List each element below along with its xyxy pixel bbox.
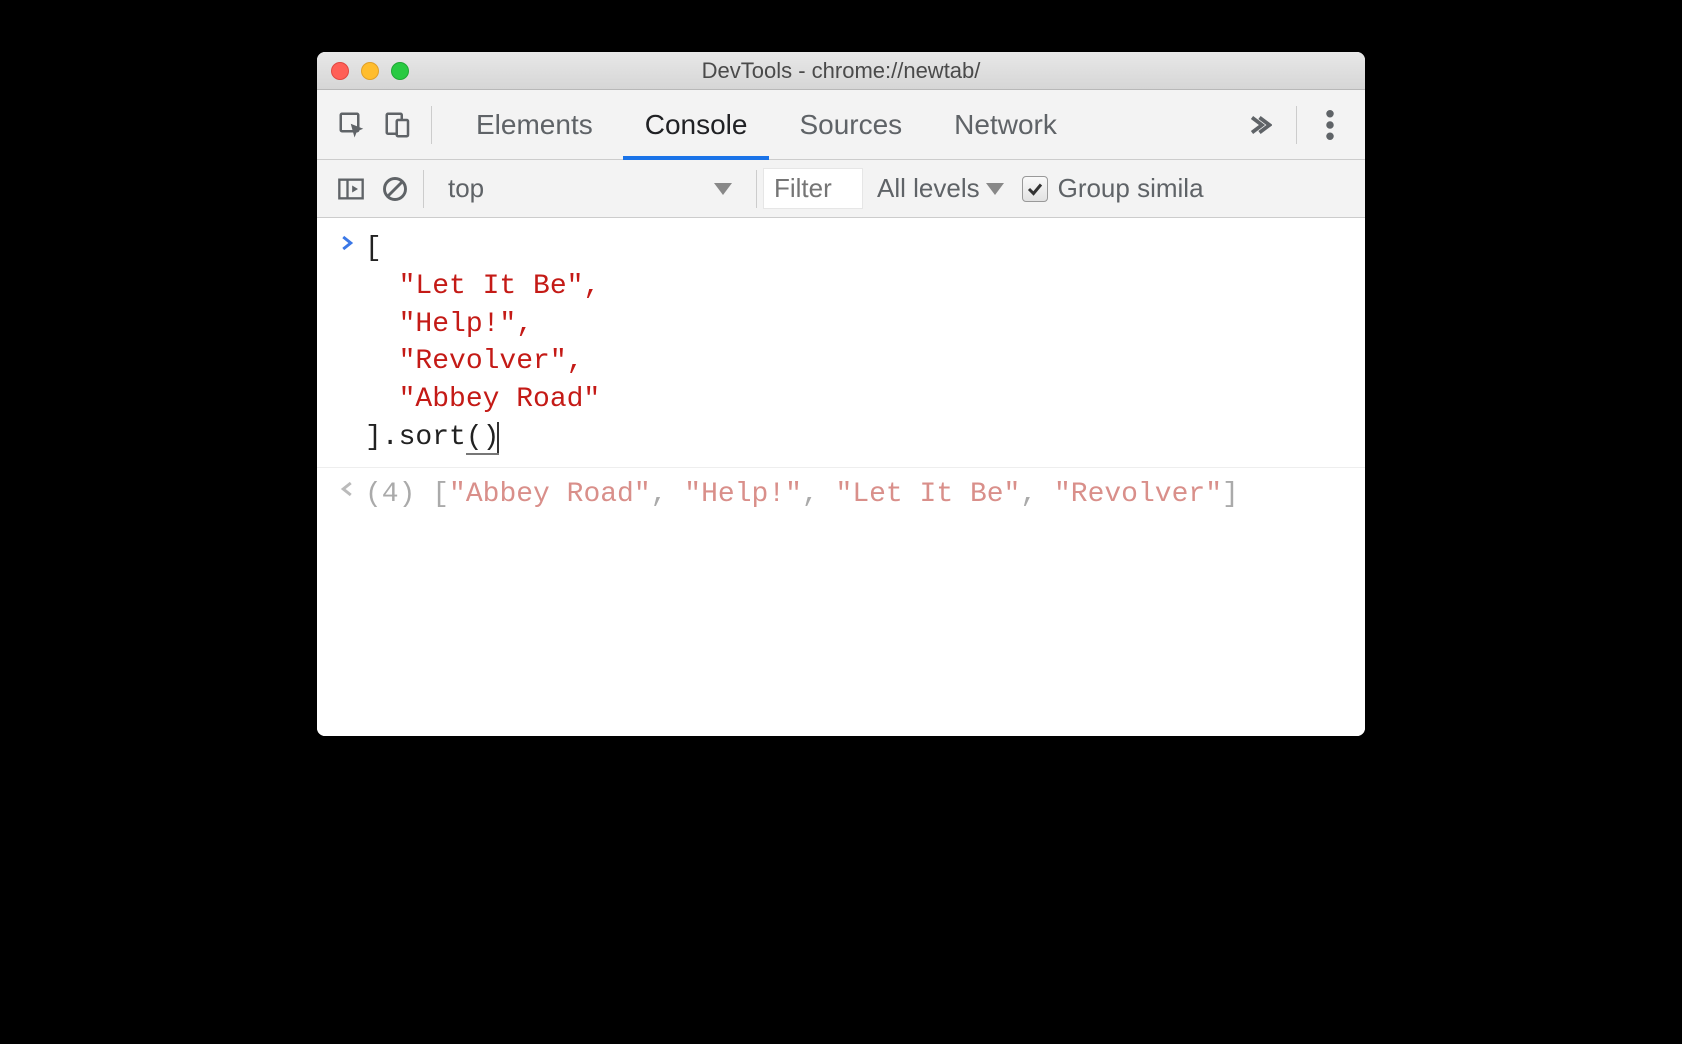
tab-sources[interactable]: Sources (773, 90, 928, 159)
window-title: DevTools - chrome://newtab/ (317, 58, 1365, 84)
close-window-button[interactable] (331, 62, 349, 80)
log-levels-selector[interactable]: All levels (877, 173, 1004, 204)
group-similar-label: Group simila (1058, 173, 1204, 204)
divider (1296, 106, 1297, 144)
panel-tabs: Elements Console Sources Network (450, 90, 1228, 159)
tab-elements[interactable]: Elements (450, 90, 619, 159)
tab-network[interactable]: Network (928, 90, 1083, 159)
console-input-code[interactable]: [ "Let It Be", "Help!", "Revolver", "Abb… (365, 230, 600, 457)
devtools-tabbar: Elements Console Sources Network (317, 90, 1365, 160)
console-toolbar: top All levels Group simila (317, 160, 1365, 218)
console-input-row[interactable]: [ "Let It Be", "Help!", "Revolver", "Abb… (317, 228, 1365, 459)
devtools-window: DevTools - chrome://newtab/ Elements Con… (317, 52, 1365, 736)
titlebar: DevTools - chrome://newtab/ (317, 52, 1365, 90)
divider (431, 106, 432, 144)
divider (423, 170, 424, 208)
inspect-element-icon[interactable] (329, 102, 375, 148)
chevron-down-icon (986, 183, 1004, 195)
levels-label: All levels (877, 173, 980, 204)
clear-console-icon[interactable] (373, 167, 417, 211)
divider (756, 170, 757, 208)
group-similar-checkbox[interactable] (1022, 176, 1048, 202)
zoom-window-button[interactable] (391, 62, 409, 80)
more-options-icon[interactable] (1307, 110, 1353, 140)
chevron-down-icon (714, 183, 732, 195)
context-selector[interactable]: top (430, 173, 750, 204)
console-output-row: (4) ["Abbey Road", "Help!", "Let It Be",… (317, 467, 1365, 516)
console-output-code: (4) ["Abbey Road", "Help!", "Let It Be",… (365, 476, 1239, 514)
console-body[interactable]: [ "Let It Be", "Help!", "Revolver", "Abb… (317, 218, 1365, 736)
context-value: top (448, 173, 484, 204)
output-indicator-icon (329, 476, 365, 514)
input-prompt-icon (329, 230, 365, 457)
more-tabs-button[interactable] (1228, 110, 1286, 140)
text-cursor (497, 422, 499, 453)
tab-console[interactable]: Console (619, 90, 774, 159)
minimize-window-button[interactable] (361, 62, 379, 80)
show-console-sidebar-icon[interactable] (329, 167, 373, 211)
traffic-lights (317, 62, 409, 80)
device-toolbar-icon[interactable] (375, 102, 421, 148)
filter-input[interactable] (763, 168, 863, 209)
